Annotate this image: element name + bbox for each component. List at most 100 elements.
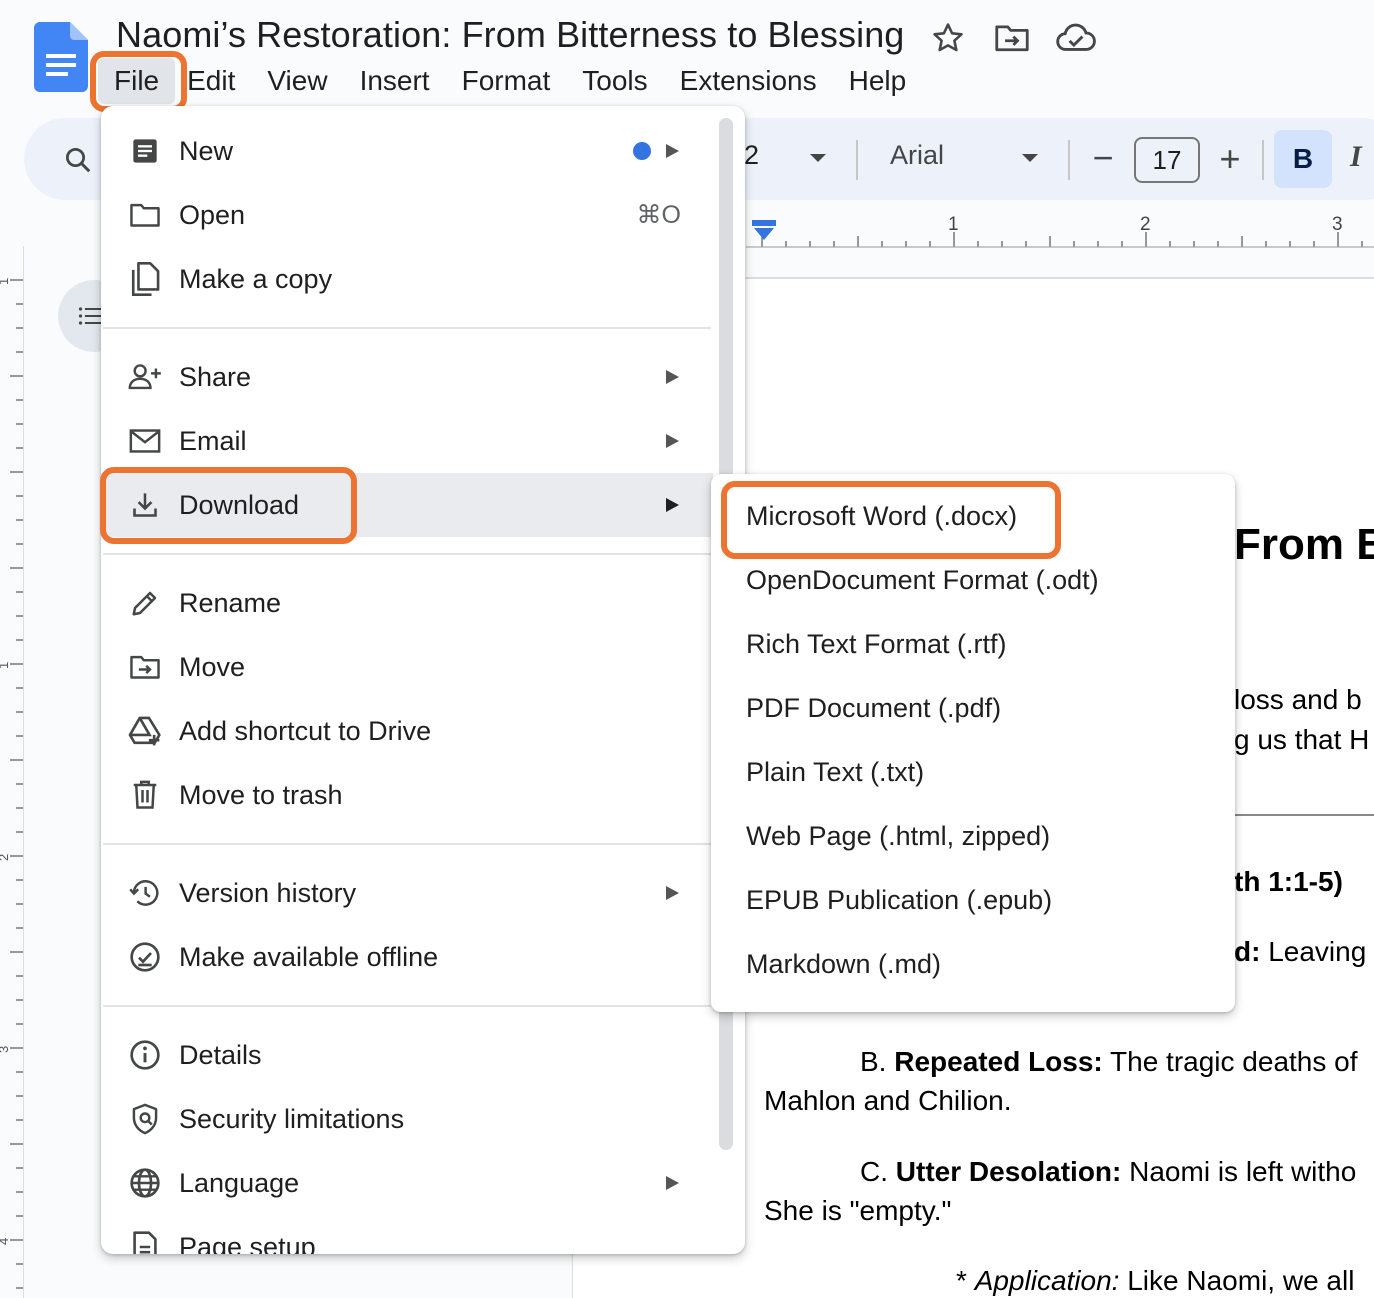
- download-format-label: PDF Document (.pdf): [746, 693, 1002, 723]
- section-reference: th 1:1-5): [1234, 866, 1343, 897]
- point-c-label: Utter Desolation:: [895, 1156, 1122, 1187]
- increase-font-size-button[interactable]: +: [1214, 140, 1246, 180]
- file-menu-trash[interactable]: Move to trash: [101, 763, 713, 827]
- shield-icon: [127, 1101, 163, 1137]
- menu-format[interactable]: Format: [446, 58, 567, 104]
- download-icon: [127, 487, 163, 523]
- file-menu-details[interactable]: Details: [101, 1023, 713, 1087]
- submenu-arrow-icon: [666, 144, 679, 158]
- menu-extensions[interactable]: Extensions: [664, 58, 833, 104]
- file-menu-email[interactable]: Email: [101, 409, 713, 473]
- menu-divider: [103, 843, 711, 845]
- submenu-arrow-icon: [666, 498, 679, 512]
- star-icon[interactable]: [928, 18, 968, 58]
- menu-file[interactable]: File: [98, 58, 176, 104]
- history-icon: [127, 875, 163, 911]
- download-epub[interactable]: EPUB Publication (.epub): [711, 871, 1235, 935]
- menu-help[interactable]: Help: [833, 58, 923, 104]
- document-text: She is "empty.": [764, 1195, 952, 1226]
- download-format-label: Web Page (.html, zipped): [746, 821, 1051, 851]
- document-heading: From B: [1234, 520, 1374, 569]
- file-menu-label: Version history: [179, 877, 357, 908]
- file-menu-page-setup[interactable]: Page setup: [101, 1215, 713, 1254]
- file-menu-make-copy[interactable]: Make a copy: [101, 247, 713, 311]
- file-menu-move[interactable]: Move: [101, 635, 713, 699]
- download-rtf[interactable]: Rich Text Format (.rtf): [711, 615, 1235, 679]
- font-size-input[interactable]: 17: [1134, 137, 1200, 183]
- file-menu-add-shortcut[interactable]: Add shortcut to Drive: [101, 699, 713, 763]
- offline-check-icon: [127, 939, 163, 975]
- download-odt[interactable]: OpenDocument Format (.odt): [711, 551, 1235, 615]
- download-docx[interactable]: Microsoft Word (.docx): [711, 487, 1235, 551]
- download-html[interactable]: Web Page (.html, zipped): [711, 807, 1235, 871]
- download-format-label: EPUB Publication (.epub): [746, 885, 1053, 915]
- download-md[interactable]: Markdown (.md): [711, 935, 1235, 999]
- font-dropdown-icon[interactable]: [1022, 154, 1038, 162]
- page-setup-icon: [127, 1229, 163, 1254]
- list-icon: [78, 307, 102, 325]
- menu-divider: [103, 553, 711, 555]
- ruler-number: 1: [948, 214, 959, 235]
- point-c-text: Naomi is left witho: [1129, 1156, 1357, 1187]
- submenu-arrow-icon: [666, 434, 679, 448]
- document-text: d: Leaving: [1234, 936, 1366, 968]
- file-menu-share[interactable]: Share: [101, 345, 713, 409]
- point-b-prefix: B.: [860, 1046, 887, 1077]
- bold-button[interactable]: B: [1274, 130, 1332, 188]
- file-menu: New Open ⌘O Make a copy Share Email Down…: [101, 106, 745, 1254]
- menu-divider: [103, 1005, 711, 1007]
- application-text: Like Naomi, we all: [1127, 1265, 1355, 1296]
- file-menu-language[interactable]: Language: [101, 1151, 713, 1215]
- file-menu-offline[interactable]: Make available offline: [101, 925, 713, 989]
- menu-insert[interactable]: Insert: [344, 58, 446, 104]
- folder-icon: [127, 197, 163, 233]
- ruler-number: 1: [0, 278, 11, 285]
- docs-logo-icon[interactable]: [34, 22, 88, 92]
- file-menu-label: Language: [179, 1167, 300, 1198]
- file-menu-label: Make a copy: [179, 263, 333, 294]
- toolbar-divider: [1262, 140, 1264, 180]
- file-menu-new[interactable]: New: [101, 119, 713, 183]
- download-txt[interactable]: Plain Text (.txt): [711, 743, 1235, 807]
- mail-icon: [127, 423, 163, 459]
- point-c-prefix: C.: [860, 1156, 888, 1187]
- download-pdf[interactable]: PDF Document (.pdf): [711, 679, 1235, 743]
- file-menu-label: New: [179, 135, 234, 166]
- menu-bar: File Edit View Insert Format Tools Exten…: [98, 58, 922, 104]
- move-folder-icon: [127, 649, 163, 685]
- download-format-label: Rich Text Format (.rtf): [746, 629, 1007, 659]
- menu-tools[interactable]: Tools: [566, 58, 663, 104]
- indent-marker-icon[interactable]: [752, 220, 776, 242]
- ruler-number: 2: [1140, 214, 1151, 235]
- copy-icon: [127, 261, 163, 297]
- font-family-select[interactable]: Arial: [890, 140, 944, 171]
- file-menu-label: Open: [179, 199, 246, 230]
- file-menu-rename[interactable]: Rename: [101, 571, 713, 635]
- point-b-text: The tragic deaths of: [1110, 1046, 1358, 1077]
- point-a-label: d:: [1234, 936, 1261, 967]
- file-menu-label: Make available offline: [179, 941, 439, 972]
- paragraph-style-select[interactable]: 2: [744, 140, 759, 171]
- italic-button[interactable]: I: [1350, 140, 1362, 174]
- submenu-arrow-icon: [666, 886, 679, 900]
- horizontal-line: [1234, 814, 1374, 816]
- add-person-icon: [127, 359, 163, 395]
- toolbar-divider: [1068, 140, 1070, 180]
- file-menu-security[interactable]: Security limitations: [101, 1087, 713, 1151]
- move-folder-icon[interactable]: [992, 18, 1032, 58]
- file-menu-open[interactable]: Open ⌘O: [101, 183, 713, 247]
- file-menu-version-history[interactable]: Version history: [101, 861, 713, 925]
- style-dropdown-icon[interactable]: [810, 154, 826, 162]
- horizontal-ruler: 1 2 3: [746, 214, 1374, 248]
- document-text: loss and b: [1234, 684, 1362, 715]
- menu-view[interactable]: View: [251, 58, 343, 104]
- ruler-number: 3: [1332, 214, 1343, 235]
- document-title[interactable]: Naomi’s Restoration: From Bitterness to …: [116, 14, 904, 56]
- file-menu-download[interactable]: Download: [101, 473, 713, 537]
- ruler-number: 2: [0, 854, 11, 861]
- keyboard-shortcut: ⌘O: [636, 201, 681, 229]
- cloud-saved-icon[interactable]: [1056, 18, 1096, 58]
- decrease-font-size-button[interactable]: −: [1088, 140, 1118, 180]
- search-menus-icon[interactable]: [58, 140, 98, 180]
- menu-edit[interactable]: Edit: [175, 58, 251, 104]
